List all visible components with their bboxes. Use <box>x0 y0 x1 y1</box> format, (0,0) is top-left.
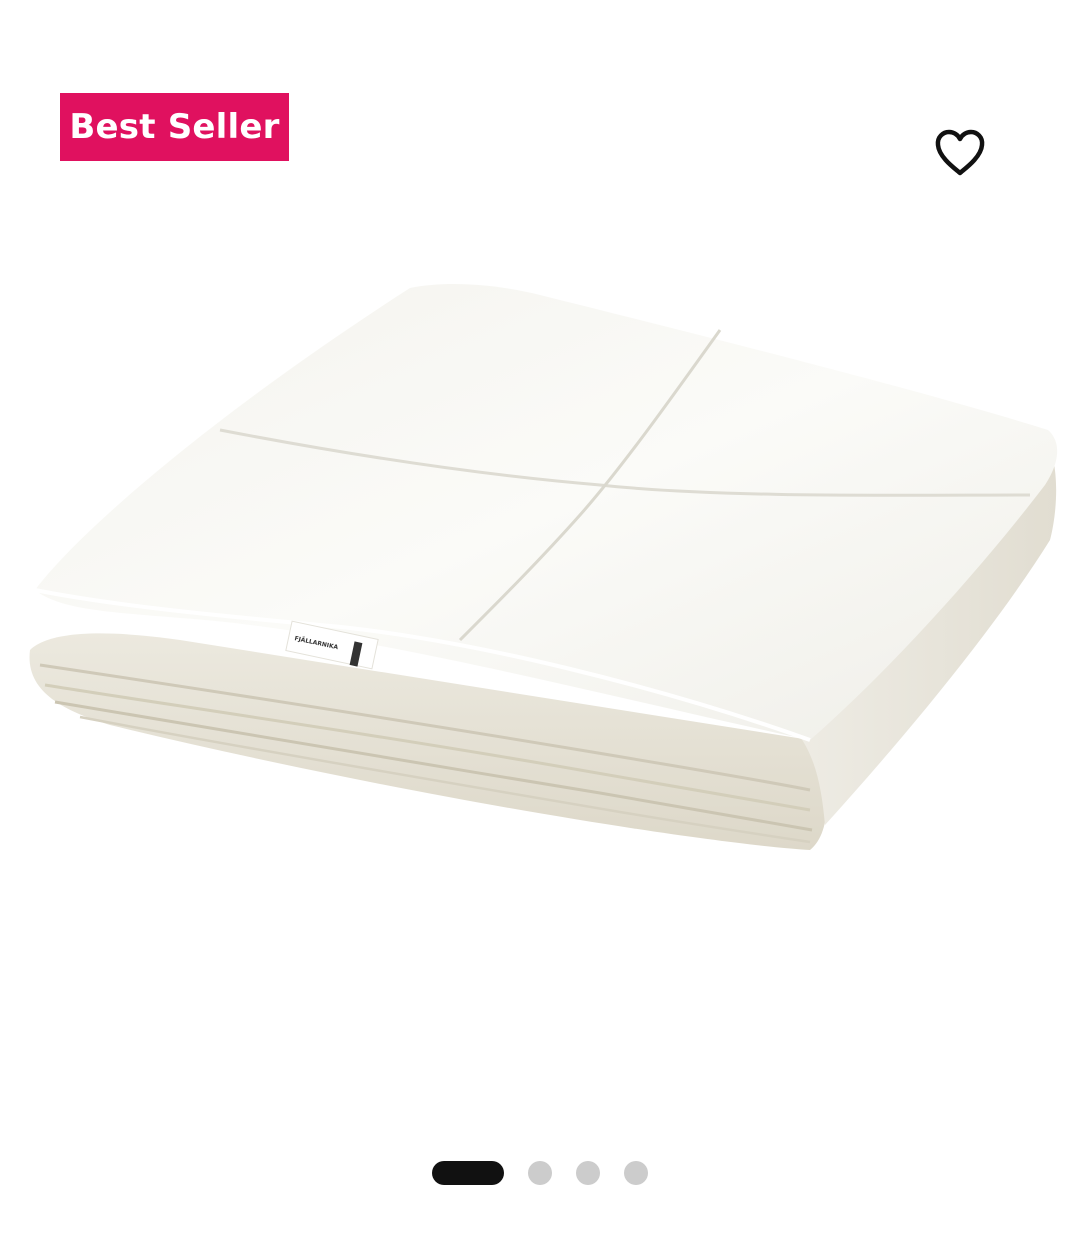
product-gallery: Best Seller FJÄLLARNIKA <box>0 0 1080 1234</box>
carousel-dot-4[interactable] <box>624 1161 648 1185</box>
best-seller-badge: Best Seller <box>60 93 289 161</box>
image-carousel-indicator <box>0 1160 1080 1186</box>
carousel-dot-2[interactable] <box>528 1161 552 1185</box>
product-image[interactable]: FJÄLLARNIKA <box>20 270 1060 870</box>
carousel-dot-1[interactable] <box>432 1161 504 1185</box>
heart-icon <box>935 129 985 176</box>
carousel-dot-3[interactable] <box>576 1161 600 1185</box>
favorite-button[interactable] <box>930 124 990 182</box>
